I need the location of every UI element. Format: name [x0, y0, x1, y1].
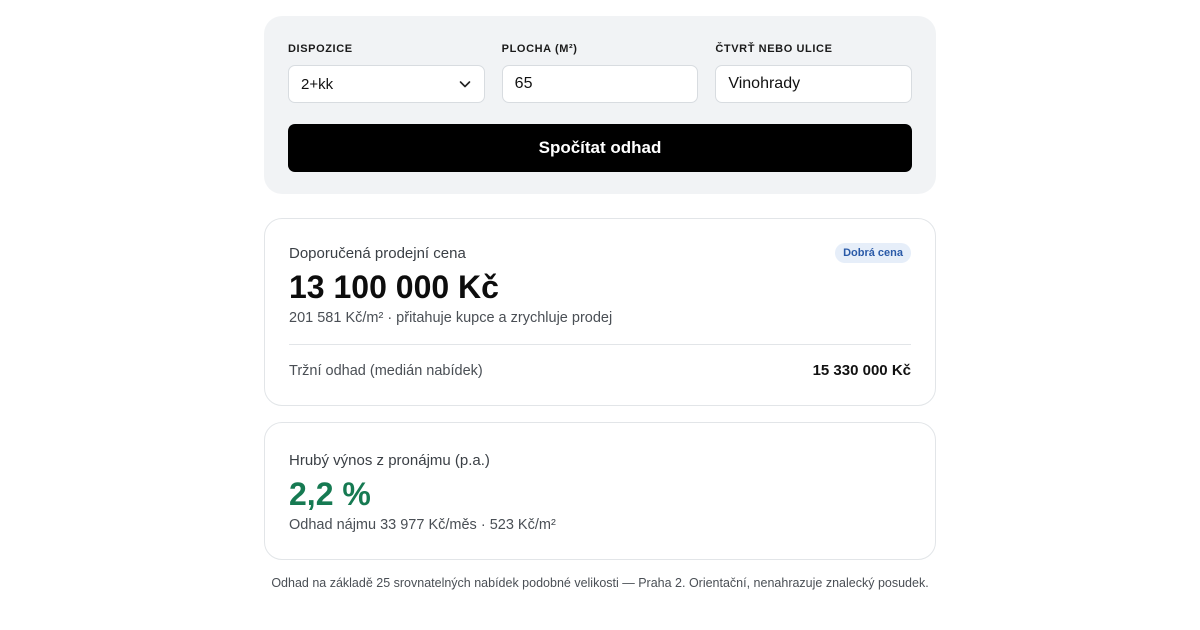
lokalita-label: ČTVRŤ NEBO ULICE — [715, 43, 833, 55]
yield-value: 2,2 % — [289, 476, 371, 512]
dispozice-select[interactable]: 2+kk — [288, 65, 485, 103]
chevron-down-icon — [458, 77, 472, 91]
dispozice-label: DISPOZICE — [288, 43, 353, 55]
price-label: Doporučená prodejní cena — [289, 245, 466, 262]
lokalita-value: Vinohrady — [728, 75, 801, 92]
dispozice-value: 2+kk — [301, 75, 334, 93]
yield-label: Hrubý výnos z pronájmu (p.a.) — [289, 452, 490, 469]
market-estimate-label: Tržní odhad (medián nabídek) — [289, 362, 483, 379]
market-estimate-value: 15 330 000 Kč — [812, 362, 911, 379]
divider — [289, 344, 911, 345]
price-detail: 201 581 Kč/m² · přitahuje kupce a zrychl… — [289, 310, 613, 326]
footnote: Odhad na základě 25 srovnatelných nabíde… — [271, 576, 929, 590]
status-badge: Dobrá cena — [835, 243, 911, 263]
calculate-button[interactable]: Spočítat odhad — [288, 124, 912, 172]
yield-detail: Odhad nájmu 33 977 Kč/měs · 523 Kč/m² — [289, 517, 556, 533]
yield-card: Hrubý výnos z pronájmu (p.a.) 2,2 % Odha… — [264, 422, 936, 560]
estimate-form: DISPOZICE 2+kk PLOCHA (M²) 65 ČTVRŤ NEBO… — [264, 16, 936, 194]
plocha-field: PLOCHA (M²) 65 — [501, 40, 699, 103]
estimate-widget: DISPOZICE 2+kk PLOCHA (M²) 65 ČTVRŤ NEBO… — [264, 16, 936, 560]
market-estimate-row: Tržní odhad (medián nabídek) 15 330 000 … — [289, 362, 911, 379]
plocha-value: 65 — [514, 75, 533, 92]
plocha-label: PLOCHA (M²) — [501, 43, 578, 55]
price-value: 13 100 000 Kč — [289, 269, 499, 305]
lokalita-input[interactable]: Vinohrady — [715, 65, 913, 103]
plocha-input[interactable]: 65 — [501, 65, 699, 103]
dispozice-field: DISPOZICE 2+kk — [288, 40, 485, 103]
lokalita-field: ČTVRŤ NEBO ULICE Vinohrady — [715, 40, 913, 103]
price-card: Doporučená prodejní cena Dobrá cena 13 1… — [264, 218, 936, 406]
form-fields: DISPOZICE 2+kk PLOCHA (M²) 65 ČTVRŤ NEBO… — [288, 40, 913, 103]
